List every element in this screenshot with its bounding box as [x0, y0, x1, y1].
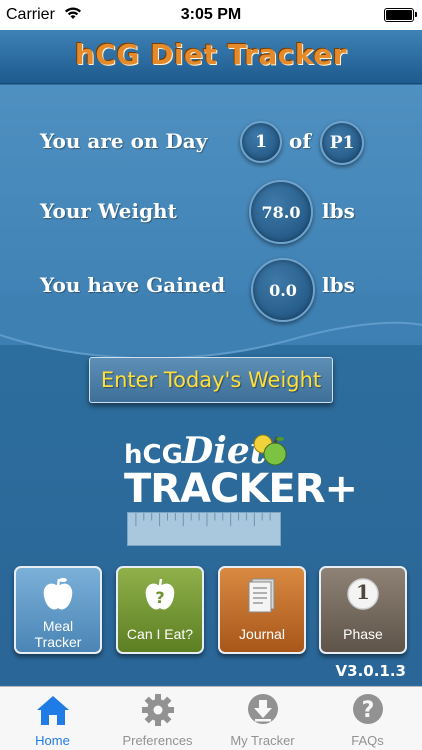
- meal-tracker-label-line1: Meal: [42, 618, 74, 634]
- day-value: 1: [240, 121, 282, 163]
- download-icon: [248, 694, 278, 724]
- svg-text:?: ?: [362, 698, 375, 723]
- weight-label: Your Weight: [40, 199, 177, 223]
- phase-value: P1: [320, 121, 364, 165]
- journal-label: Journal: [239, 626, 285, 642]
- logo-tracker-text: TRACKER+: [124, 466, 358, 512]
- journal-icon: [248, 578, 275, 613]
- main-content: You are on Day 1 of P1 Your Weight 78.0 …: [0, 85, 422, 685]
- gear-icon: [142, 694, 174, 726]
- phase-icon-number: 1: [356, 580, 370, 604]
- app-title: hCG Diet Tracker: [74, 38, 348, 71]
- status-bar: Carrier 3:05 PM: [0, 0, 422, 30]
- journal-button[interactable]: Journal: [218, 566, 306, 654]
- weight-unit: lbs: [322, 199, 355, 223]
- clock: 3:05 PM: [180, 6, 242, 23]
- enter-todays-weight-button[interactable]: Enter Today's Weight: [89, 357, 333, 403]
- app-header: hCG Diet Tracker: [0, 30, 422, 84]
- apples-icon: [253, 434, 287, 466]
- gained-unit: lbs: [322, 273, 355, 297]
- tab-preferences-label: Preferences: [122, 733, 193, 748]
- phase-label: Phase: [343, 626, 383, 642]
- can-i-eat-label: Can I Eat?: [126, 626, 194, 642]
- app-logo: hCG Diet TRACKER+: [124, 430, 358, 550]
- apple-question-icon: ?: [145, 578, 175, 610]
- version-label: V3.0.1.3: [335, 662, 406, 680]
- tab-faqs-label: FAQs: [351, 733, 384, 748]
- tab-home-label: Home: [35, 733, 70, 748]
- gained-value: 0.0: [251, 258, 315, 322]
- svg-text:?: ?: [155, 588, 164, 607]
- meal-tracker-label-line2: Tracker: [34, 634, 82, 650]
- question-icon: ?: [353, 694, 383, 724]
- of-label: of: [289, 129, 311, 153]
- phase-button[interactable]: 1 Phase: [319, 566, 407, 654]
- weight-value[interactable]: 78.0: [249, 180, 313, 244]
- day-label: You are on Day: [40, 129, 208, 153]
- tab-home[interactable]: Home: [0, 687, 105, 750]
- tab-preferences[interactable]: Preferences: [105, 687, 210, 750]
- battery-icon: [384, 8, 417, 22]
- tab-my-tracker[interactable]: My Tracker: [210, 687, 315, 750]
- ruler-graphic: [127, 512, 281, 546]
- tab-bar: Home Preferences My Tracker ? FAQs: [0, 686, 422, 750]
- meal-tracker-button[interactable]: Meal Tracker: [14, 566, 102, 654]
- can-i-eat-button[interactable]: ? Can I Eat?: [116, 566, 204, 654]
- home-icon: [37, 696, 69, 725]
- apple-icon: [43, 578, 73, 610]
- tab-faqs[interactable]: ? FAQs: [315, 687, 420, 750]
- gained-label: You have Gained: [40, 273, 226, 297]
- tab-my-tracker-label: My Tracker: [230, 733, 295, 748]
